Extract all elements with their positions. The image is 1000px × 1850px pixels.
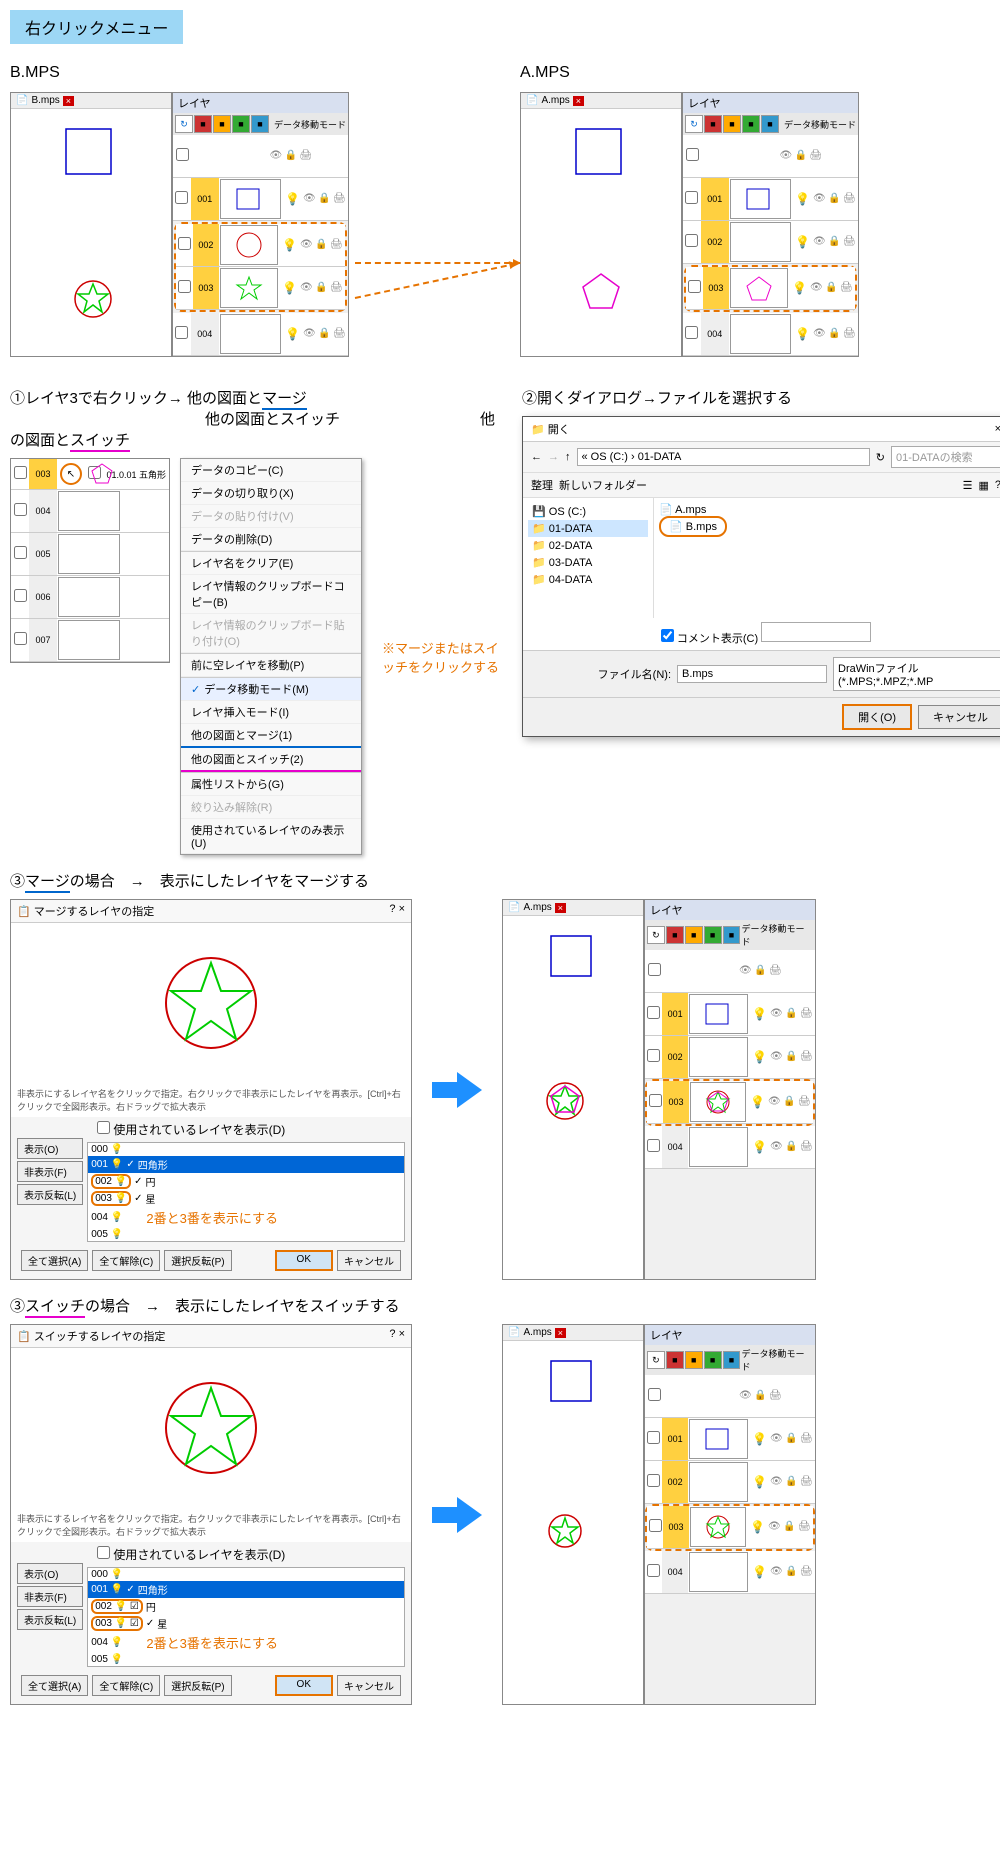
menu-item[interactable]: ✓データ移動モード(M) <box>181 678 361 701</box>
selectall-button[interactable]: 全て選択(A) <box>21 1675 88 1696</box>
close-icon[interactable]: × <box>399 1328 405 1340</box>
layer-checkbox[interactable] <box>175 326 188 339</box>
newfolder-button[interactable]: 新しいフォルダー <box>559 477 647 493</box>
clear-button[interactable]: 全て解除(C) <box>92 1675 160 1696</box>
layer-checkbox[interactable] <box>175 191 188 204</box>
comment-checkbox[interactable] <box>661 629 674 642</box>
file-list[interactable]: 📄 A.mps 📄 B.mps <box>654 498 1000 618</box>
bulb-icon[interactable]: 💡 <box>795 235 810 249</box>
menu-item: 絞り込み解除(R) <box>181 796 361 819</box>
cursor-icon: ↖ <box>60 463 82 485</box>
menu-item[interactable]: レイヤ名をクリア(E) <box>181 552 361 575</box>
step-2: ②開くダイアログ→ファイルを選択する <box>522 387 1000 408</box>
step-3m: ③マージの場合 → 表示にしたレイヤをマージする <box>10 870 1000 891</box>
layer-panel-header: レイヤ <box>173 93 348 113</box>
path-input[interactable]: « OS (C:) › 01-DATA <box>577 448 870 466</box>
menu-item[interactable]: 使用されているレイヤのみ表示(U) <box>181 819 361 854</box>
file-tab-a[interactable]: 📄A.mps× <box>521 93 681 109</box>
used-checkbox[interactable] <box>97 1121 110 1134</box>
folder-tree[interactable]: 💾 OS (C:) 📁 01-DATA 📁 02-DATA 📁 03-DATA … <box>523 498 654 618</box>
help-icon[interactable]: ? <box>389 903 395 915</box>
open-button[interactable]: 開く(O) <box>842 704 912 730</box>
step-3s: ③スイッチの場合 → 表示にしたレイヤをスイッチする <box>10 1295 1000 1316</box>
bulb-icon[interactable]: 💡 <box>285 327 300 341</box>
menu-item[interactable]: レイヤ挿入モード(I) <box>181 701 361 724</box>
step-1: ①レイヤ3で右クリック→ 他の図面とマージ 他の図面とスイッチ他の図面とスイッチ <box>10 387 502 450</box>
bulb-icon[interactable]: 💡 <box>285 192 300 206</box>
ok-button[interactable]: OK <box>275 1675 333 1696</box>
arrow-icon <box>432 1070 482 1110</box>
open-dialog: 📁 開く× ←→↑« OS (C:) › 01-DATA↻01-DATAの検索 … <box>522 416 1000 737</box>
menu-switch[interactable]: 他の図面とスイッチ(2) <box>181 748 361 772</box>
layer-checkbox[interactable] <box>688 280 701 293</box>
label-b: B.MPS <box>10 64 500 82</box>
search-input[interactable]: 01-DATAの検索 <box>891 446 1000 468</box>
menu-item: データの貼り付け(V) <box>181 505 361 528</box>
cancel-button[interactable]: キャンセル <box>337 1250 401 1271</box>
filename-input[interactable]: B.mps <box>677 665 827 683</box>
layer-checkbox[interactable] <box>685 234 698 247</box>
cancel-button[interactable]: キャンセル <box>337 1675 401 1696</box>
invert-button[interactable]: 表示反転(L) <box>17 1609 83 1630</box>
nav-fwd-icon[interactable]: → <box>548 451 559 463</box>
merge-dialog: 📋 マージするレイヤの指定? × 非表示にするレイヤ名をクリックで指定。右クリッ… <box>10 899 412 1280</box>
help-icon[interactable]: ? <box>389 1328 395 1340</box>
invert-button[interactable]: 表示反転(L) <box>17 1184 83 1205</box>
label-a: A.MPS <box>520 64 1000 82</box>
menu-item[interactable]: データの削除(D) <box>181 528 361 551</box>
close-icon[interactable]: × <box>995 423 1000 435</box>
arrow-icon <box>432 1495 482 1535</box>
layer-checkbox[interactable] <box>178 280 191 293</box>
layer-checkbox[interactable] <box>178 237 191 250</box>
hide-button[interactable]: 非表示(F) <box>17 1161 83 1182</box>
file-tab-b[interactable]: 📄B.mps× <box>11 93 171 109</box>
layer-checkbox[interactable] <box>685 191 698 204</box>
bulb-icon[interactable]: 💡 <box>795 327 810 341</box>
selectall-button[interactable]: 全て選択(A) <box>21 1250 88 1271</box>
context-menu: データのコピー(C) データの切り取り(X) データの貼り付け(V) データの削… <box>180 458 362 855</box>
menu-item[interactable]: レイヤ情報のクリップボードコピー(B) <box>181 575 361 614</box>
hide-button[interactable]: 非表示(F) <box>17 1586 83 1607</box>
filter-select[interactable]: DraWinファイル(*.MPS;*.MPZ;*.MP <box>833 657 1000 691</box>
nav-back-icon[interactable]: ← <box>531 451 542 463</box>
clear-button[interactable]: 全て解除(C) <box>92 1250 160 1271</box>
bulb-icon[interactable]: 💡 <box>282 238 297 252</box>
show-button[interactable]: 表示(O) <box>17 1563 83 1584</box>
layer-checkbox[interactable] <box>176 148 189 161</box>
organize-button[interactable]: 整理 <box>531 477 553 493</box>
page-banner: 右クリックメニュー <box>10 10 183 44</box>
selinv-button[interactable]: 選択反転(P) <box>164 1675 231 1696</box>
layer-toolbar[interactable]: ↻■■■■データ移動モード <box>683 113 858 135</box>
cancel-button[interactable]: キャンセル <box>918 705 1000 729</box>
selinv-button[interactable]: 選択反転(P) <box>164 1250 231 1271</box>
bulb-icon[interactable]: 💡 <box>795 192 810 206</box>
nav-up-icon[interactable]: ↑ <box>565 451 571 463</box>
switch-dialog: 📋 スイッチするレイヤの指定? × 非表示にするレイヤ名をクリックで指定。右クリ… <box>10 1324 412 1705</box>
menu-item[interactable]: データの切り取り(X) <box>181 482 361 505</box>
bulb-icon[interactable]: 💡 <box>792 281 807 295</box>
used-checkbox[interactable] <box>97 1546 110 1559</box>
menu-item[interactable]: データのコピー(C) <box>181 459 361 482</box>
layer-toolbar[interactable]: ↻■■■■データ移動モード <box>173 113 348 135</box>
close-icon[interactable]: × <box>399 903 405 915</box>
layer-checkbox[interactable] <box>685 326 698 339</box>
layer-checkbox[interactable] <box>14 466 27 479</box>
bulb-icon[interactable]: 💡 <box>282 281 297 295</box>
menu-merge[interactable]: 他の図面とマージ(1) <box>181 724 361 748</box>
menu-item[interactable]: 属性リストから(G) <box>181 773 361 796</box>
show-button[interactable]: 表示(O) <box>17 1138 83 1159</box>
layer-panel-header: レイヤ <box>683 93 858 113</box>
note-click: ※マージまたはスイッチをクリックする <box>382 638 502 676</box>
close-icon[interactable]: × <box>573 96 584 106</box>
menu-item[interactable]: 前に空レイヤを移動(P) <box>181 654 361 677</box>
menu-item: レイヤ情報のクリップボード貼り付け(O) <box>181 614 361 653</box>
ok-button[interactable]: OK <box>275 1250 333 1271</box>
close-icon[interactable]: × <box>63 96 74 106</box>
layer-checkbox[interactable] <box>686 148 699 161</box>
file-selected[interactable]: 📄 B.mps <box>659 516 727 537</box>
